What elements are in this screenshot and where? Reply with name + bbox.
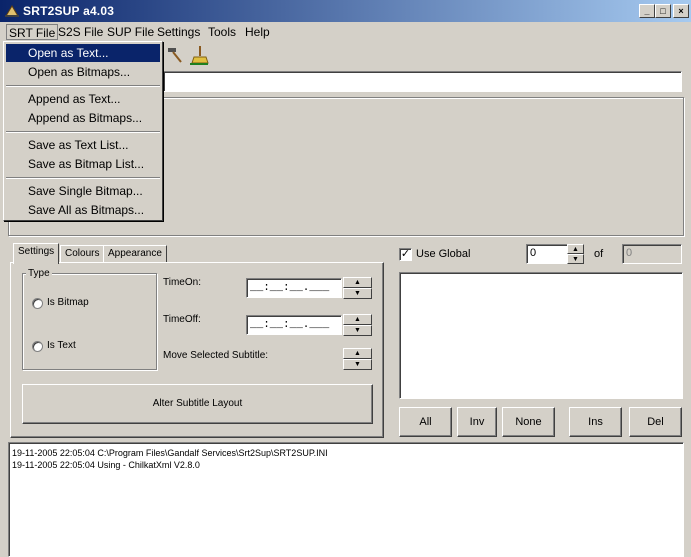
menu-separator	[6, 131, 160, 133]
broom-tool-button[interactable]	[188, 44, 210, 66]
spin-down-icon[interactable]: ▼	[343, 288, 372, 299]
spin-up-icon[interactable]: ▲	[343, 277, 372, 288]
is-text-radio[interactable]	[32, 341, 43, 352]
delete-button[interactable]: Del	[629, 407, 682, 437]
insert-button[interactable]: Ins	[569, 407, 622, 437]
spin-up-icon[interactable]: ▲	[567, 244, 584, 254]
time-on-spinner[interactable]: ▲ ▼	[343, 277, 372, 299]
subtitle-text-field[interactable]	[163, 71, 682, 92]
window-title: SRT2SUP a4.03	[23, 4, 115, 18]
spin-down-icon[interactable]: ▼	[567, 254, 584, 264]
menu-save-as-bitmap-list[interactable]: Save as Bitmap List...	[6, 155, 160, 173]
tab-colours[interactable]: Colours	[60, 245, 105, 263]
invert-selection-button[interactable]: Inv	[457, 407, 497, 437]
total-count-field: 0	[622, 244, 682, 264]
menu-s2s-file[interactable]: S2S File	[56, 24, 105, 40]
menu-bar: SRT File S2S File SUP File Settings Tool…	[0, 22, 691, 41]
log-area[interactable]: 19-11-2005 22:05:04 C:\Program Files\Gan…	[8, 442, 684, 557]
close-icon: ×	[678, 6, 684, 16]
hammer-tool-button[interactable]	[165, 44, 187, 66]
menu-append-as-bitmaps[interactable]: Append as Bitmaps...	[6, 109, 160, 127]
subtitle-counter-spinner[interactable]: ▲ ▼	[567, 244, 584, 264]
is-bitmap-radio[interactable]	[32, 298, 43, 309]
menu-srt-file[interactable]: SRT File	[6, 24, 59, 40]
is-text-label: Is Text	[47, 340, 76, 351]
menu-open-as-bitmaps[interactable]: Open as Bitmaps...	[6, 63, 160, 81]
hammer-icon	[168, 48, 182, 63]
menu-save-all-as-bitmaps[interactable]: Save All as Bitmaps...	[6, 201, 160, 219]
time-on-label: TimeOn:	[163, 277, 201, 288]
subtitle-counter-field[interactable]: 0	[526, 244, 568, 264]
maximize-icon: □	[660, 6, 666, 16]
use-global-checkbox[interactable]: ✓	[399, 248, 412, 261]
time-off-label: TimeOff:	[163, 314, 201, 325]
menu-append-as-text[interactable]: Append as Text...	[6, 90, 160, 108]
move-subtitle-spinner[interactable]: ▲ ▼	[343, 348, 372, 370]
tab-appearance[interactable]: Appearance	[103, 245, 167, 263]
tab-settings[interactable]: Settings	[13, 243, 60, 264]
minimize-button[interactable]: _	[639, 4, 655, 18]
alter-subtitle-layout-button[interactable]: Alter Subtitle Layout	[22, 384, 373, 424]
checkmark-icon: ✓	[400, 248, 411, 260]
spin-down-icon[interactable]: ▼	[343, 325, 372, 336]
srt-file-menu: Open as Text... Open as Bitmaps... Appen…	[3, 41, 163, 221]
use-global-label: Use Global	[416, 248, 471, 260]
menu-open-as-text[interactable]: Open as Text...	[6, 44, 160, 62]
settings-tab-panel: Type Is Bitmap Is Text TimeOn: __:__:__.…	[10, 262, 384, 438]
time-off-spinner[interactable]: ▲ ▼	[343, 314, 372, 336]
menu-separator	[6, 177, 160, 179]
spin-down-icon[interactable]: ▼	[343, 359, 372, 370]
menu-separator	[6, 85, 160, 87]
is-bitmap-label: Is Bitmap	[47, 297, 89, 308]
app-icon	[5, 5, 19, 17]
spin-up-icon[interactable]: ▲	[343, 314, 372, 325]
minimize-icon: _	[644, 6, 650, 16]
menu-settings[interactable]: Settings	[155, 24, 202, 40]
select-all-button[interactable]: All	[399, 407, 452, 437]
menu-save-as-text-list[interactable]: Save as Text List...	[6, 136, 160, 154]
menu-save-single-bitmap[interactable]: Save Single Bitmap...	[6, 182, 160, 200]
title-bar: SRT2SUP a4.03 _ □ ×	[0, 0, 691, 22]
type-group-label: Type	[26, 268, 52, 279]
time-on-field[interactable]: __:__:__.___	[246, 278, 342, 298]
log-line: 19-11-2005 22:05:04 Using - ChilkatXml V…	[12, 460, 200, 470]
maximize-button[interactable]: □	[655, 4, 671, 18]
log-line: 19-11-2005 22:05:04 C:\Program Files\Gan…	[12, 448, 328, 458]
menu-help[interactable]: Help	[243, 24, 272, 40]
move-subtitle-label: Move Selected Subtitle:	[163, 350, 269, 361]
menu-sup-file[interactable]: SUP File	[105, 24, 156, 40]
close-button[interactable]: ×	[673, 4, 689, 18]
type-groupbox	[22, 273, 157, 370]
select-none-button[interactable]: None	[502, 407, 555, 437]
broom-icon	[190, 46, 209, 65]
of-label: of	[594, 248, 604, 260]
subtitle-list[interactable]	[399, 272, 683, 399]
spin-up-icon[interactable]: ▲	[343, 348, 372, 359]
time-off-field[interactable]: __:__:__.___	[246, 315, 342, 335]
menu-tools[interactable]: Tools	[206, 24, 238, 40]
